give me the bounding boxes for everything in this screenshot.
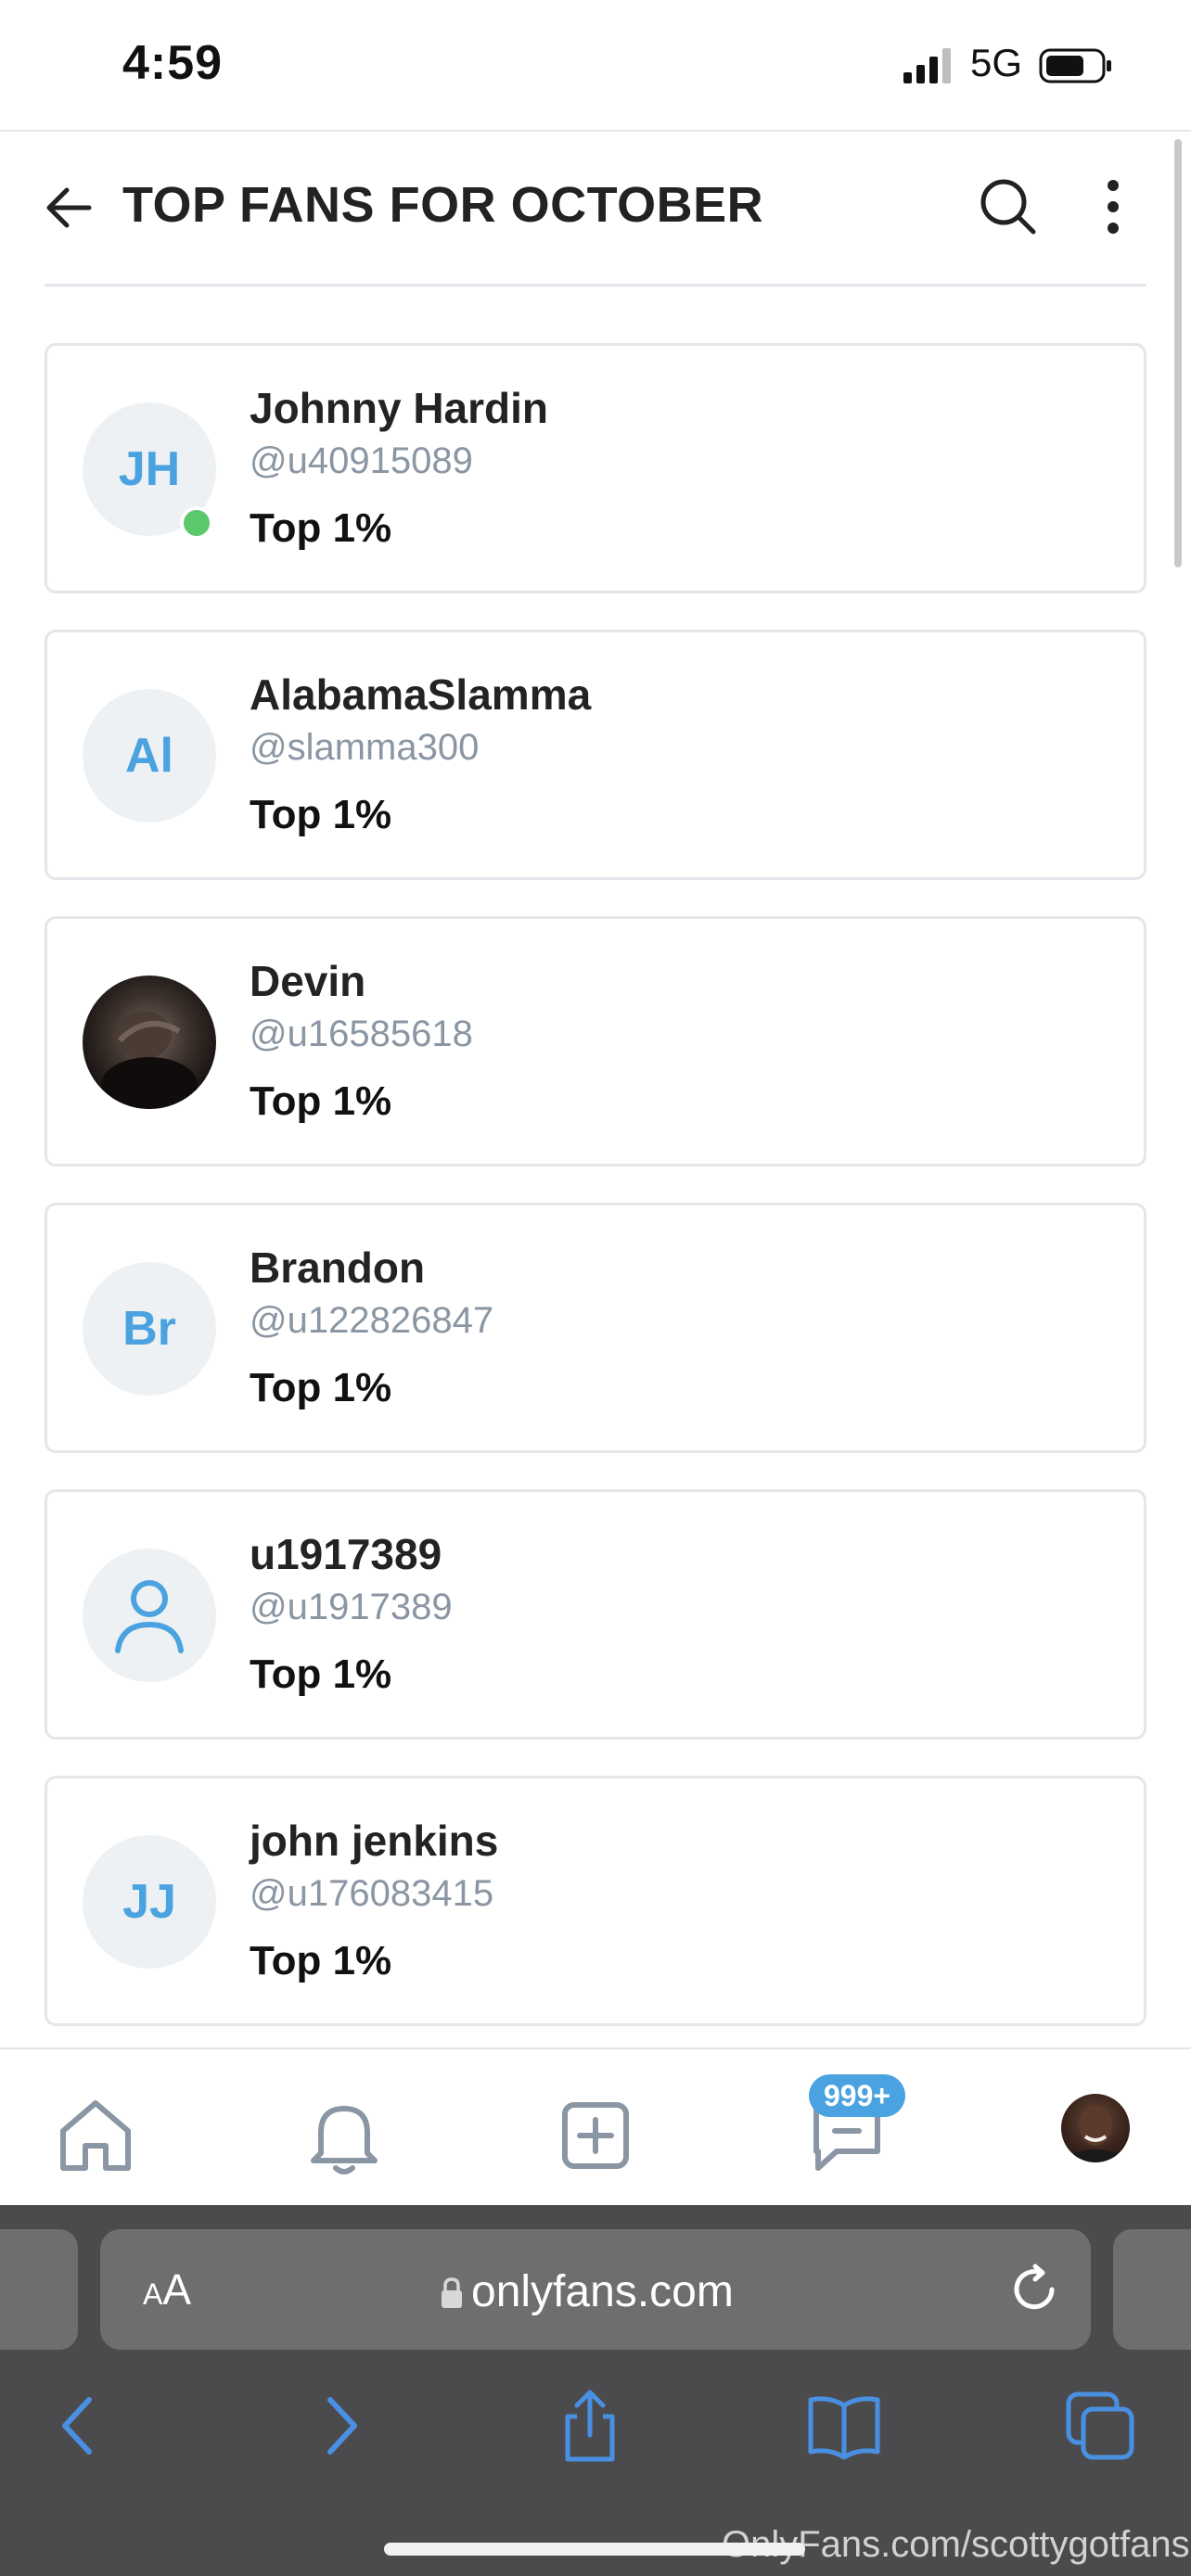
fan-handle[interactable]: @u176083415 [250, 1873, 493, 1915]
share-icon[interactable] [551, 2387, 629, 2465]
url-display[interactable]: onlyfans.com [440, 2266, 734, 2317]
previous-tab-preview[interactable] [0, 2229, 78, 2350]
avatar-initials: Al [125, 729, 173, 783]
back-arrow-icon[interactable] [41, 180, 96, 236]
battery-icon [1039, 48, 1111, 83]
bell-icon[interactable] [302, 2094, 386, 2177]
fan-name[interactable]: john jenkins [250, 1816, 498, 1866]
page-header: TOP FANS FOR OCTOBER [0, 132, 1191, 286]
avatar[interactable]: Br [83, 1262, 216, 1396]
fan-card-johnny-hardin[interactable]: JH Johnny Hardin @u40915089 Top 1% [45, 343, 1146, 593]
url-text: onlyfans.com [471, 2267, 734, 2316]
fan-card-brandon[interactable]: Br Brandon @u122826847 Top 1% [45, 1203, 1146, 1453]
reader-text-size-button[interactable]: AA [143, 2264, 191, 2315]
avatar-initials: JH [118, 442, 181, 496]
fan-handle[interactable]: @slamma300 [250, 727, 479, 769]
fan-rank: Top 1% [250, 1651, 392, 1697]
browser-forward-icon[interactable] [301, 2387, 378, 2465]
fan-rank: Top 1% [250, 1938, 392, 1983]
fan-rank: Top 1% [250, 1365, 392, 1410]
header-divider [45, 284, 1146, 287]
fan-card-devin[interactable]: Devin @u16585618 Top 1% [45, 916, 1146, 1167]
user-icon [115, 1580, 184, 1653]
fan-handle[interactable]: @u16585618 [250, 1014, 473, 1055]
fan-handle[interactable]: @u40915089 [250, 440, 473, 482]
avatar-initials: Br [122, 1302, 176, 1356]
network-type: 5G [970, 41, 1023, 84]
bottom-nav: 999+ [0, 2047, 1191, 2207]
tabs-icon[interactable] [1061, 2387, 1139, 2465]
avatar-photo[interactable] [83, 976, 216, 1109]
bookmarks-icon[interactable] [805, 2387, 883, 2465]
profile-avatar[interactable] [1061, 2094, 1130, 2162]
avatar[interactable] [83, 1549, 216, 1682]
fan-rank: Top 1% [250, 792, 392, 837]
fan-rank: Top 1% [250, 1078, 392, 1124]
fan-handle[interactable]: @u1917389 [250, 1587, 453, 1628]
add-post-icon[interactable] [554, 2094, 637, 2177]
lock-icon [442, 2277, 462, 2308]
fan-card-john-jenkins[interactable]: JJ john jenkins @u176083415 Top 1% [45, 1776, 1146, 2026]
home-indicator[interactable] [384, 2543, 805, 2556]
scrollbar[interactable] [1174, 139, 1182, 567]
page-title: TOP FANS FOR OCTOBER [122, 177, 764, 233]
cellular-signal-icon [903, 48, 951, 83]
messages-badge: 999+ [809, 2074, 906, 2117]
next-tab-preview[interactable] [1113, 2229, 1191, 2350]
profile-photo-image [1066, 2105, 1125, 2162]
online-status-dot [180, 506, 213, 540]
more-options-icon[interactable] [1095, 178, 1132, 236]
fan-rank: Top 1% [250, 505, 392, 551]
fan-name[interactable]: Devin [250, 956, 365, 1006]
address-bar[interactable]: AA onlyfans.com [100, 2229, 1091, 2350]
fan-name[interactable]: u1917389 [250, 1529, 442, 1579]
fan-handle[interactable]: @u122826847 [250, 1300, 493, 1342]
profile-photo-image [101, 1011, 198, 1109]
browser-back-icon[interactable] [41, 2387, 119, 2465]
fan-card-alabamaslamma[interactable]: Al AlabamaSlamma @slamma300 Top 1% [45, 630, 1146, 880]
fan-name[interactable]: Johnny Hardin [250, 383, 548, 433]
reload-icon[interactable] [1004, 2259, 1065, 2320]
fan-list: JH Johnny Hardin @u40915089 Top 1% Al Al… [45, 343, 1146, 2062]
fan-name[interactable]: Brandon [250, 1243, 425, 1293]
status-bar: 4:59 5G [0, 0, 1191, 132]
search-icon[interactable] [976, 174, 1041, 239]
avatar[interactable]: JJ [83, 1835, 216, 1969]
avatar-initials: JJ [122, 1875, 176, 1929]
browser-chrome: AA onlyfans.com OnlyFans.com/scottygotfa… [0, 2205, 1191, 2576]
avatar[interactable]: Al [83, 689, 216, 823]
home-icon[interactable] [54, 2094, 137, 2177]
status-time: 4:59 [122, 36, 224, 90]
fan-name[interactable]: AlabamaSlamma [250, 670, 591, 720]
fan-card-u1917389[interactable]: u1917389 @u1917389 Top 1% [45, 1489, 1146, 1740]
